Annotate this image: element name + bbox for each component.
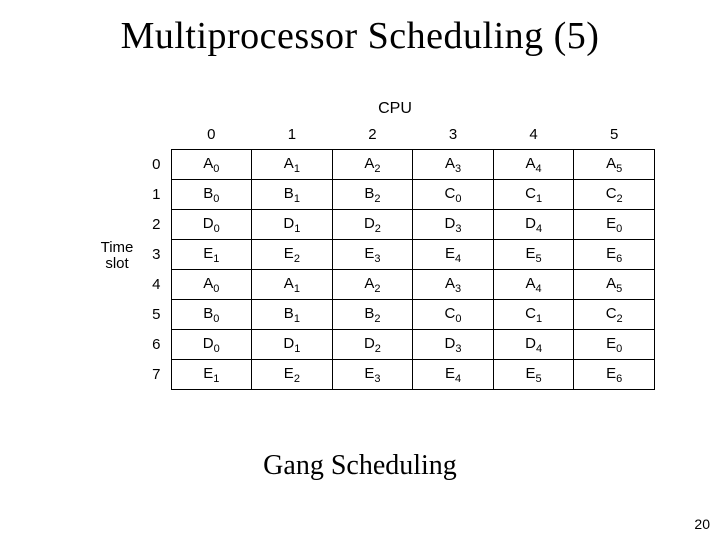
schedule-cell: C0 <box>413 180 494 210</box>
schedule-cell: A5 <box>574 150 655 180</box>
schedule-cell: B1 <box>252 300 333 330</box>
schedule-cell: E6 <box>574 360 655 390</box>
schedule-cell: D3 <box>413 210 494 240</box>
time-slot-row-header: 5 <box>145 300 171 330</box>
time-slot-row-header: 0 <box>145 150 171 180</box>
cpu-column-header: 2 <box>332 122 413 150</box>
time-slot-row-header: 7 <box>145 360 171 390</box>
gang-scheduling-figure: CPU Time slot 0123450A0A1A2A3A4A51B0B1B2… <box>95 100 655 390</box>
schedule-cell: B2 <box>332 180 413 210</box>
cpu-column-header: 5 <box>574 122 655 150</box>
page-number: 20 <box>694 516 710 532</box>
schedule-cell: E5 <box>493 240 574 270</box>
schedule-cell: D1 <box>252 330 333 360</box>
time-slot-line2: slot <box>105 255 128 272</box>
schedule-grid: 0123450A0A1A2A3A4A51B0B1B2C0C1C22D0D1D2D… <box>145 122 655 390</box>
schedule-cell: A0 <box>171 150 252 180</box>
cpu-column-header: 3 <box>413 122 494 150</box>
schedule-cell: A5 <box>574 270 655 300</box>
time-slot-line1: Time <box>101 239 134 256</box>
schedule-cell: A1 <box>252 270 333 300</box>
figure-caption: Gang Scheduling <box>0 450 720 482</box>
cpu-column-header: 4 <box>493 122 574 150</box>
schedule-cell: E5 <box>493 360 574 390</box>
schedule-cell: D4 <box>493 210 574 240</box>
schedule-cell: E4 <box>413 240 494 270</box>
schedule-cell: E0 <box>574 210 655 240</box>
schedule-cell: A3 <box>413 150 494 180</box>
time-slot-row-header: 4 <box>145 270 171 300</box>
schedule-cell: A2 <box>332 270 413 300</box>
schedule-cell: C2 <box>574 180 655 210</box>
schedule-cell: E1 <box>171 240 252 270</box>
schedule-cell: E4 <box>413 360 494 390</box>
slide-title: Multiprocessor Scheduling (5) <box>24 14 696 58</box>
schedule-cell: C2 <box>574 300 655 330</box>
schedule-cell: A0 <box>171 270 252 300</box>
time-slot-axis-label: Time slot <box>95 240 145 273</box>
table-corner <box>145 122 171 150</box>
schedule-cell: B2 <box>332 300 413 330</box>
schedule-cell: D0 <box>171 210 252 240</box>
schedule-table: 0123450A0A1A2A3A4A51B0B1B2C0C1C22D0D1D2D… <box>145 122 655 390</box>
schedule-cell: D2 <box>332 330 413 360</box>
schedule-cell: D2 <box>332 210 413 240</box>
schedule-cell: D0 <box>171 330 252 360</box>
schedule-cell: E2 <box>252 360 333 390</box>
schedule-cell: B0 <box>171 180 252 210</box>
schedule-cell: C1 <box>493 300 574 330</box>
cpu-axis-label: CPU <box>95 100 655 118</box>
cpu-column-header: 0 <box>171 122 252 150</box>
schedule-cell: D1 <box>252 210 333 240</box>
schedule-cell: A1 <box>252 150 333 180</box>
time-slot-row-header: 1 <box>145 180 171 210</box>
schedule-cell: A4 <box>493 150 574 180</box>
schedule-cell: B1 <box>252 180 333 210</box>
schedule-cell: A4 <box>493 270 574 300</box>
schedule-cell: E0 <box>574 330 655 360</box>
schedule-cell: C1 <box>493 180 574 210</box>
schedule-cell: D3 <box>413 330 494 360</box>
schedule-cell: D4 <box>493 330 574 360</box>
schedule-cell: A2 <box>332 150 413 180</box>
time-slot-row-header: 3 <box>145 240 171 270</box>
schedule-cell: E6 <box>574 240 655 270</box>
schedule-cell: E1 <box>171 360 252 390</box>
schedule-cell: C0 <box>413 300 494 330</box>
schedule-cell: E3 <box>332 360 413 390</box>
time-slot-row-header: 2 <box>145 210 171 240</box>
cpu-column-header: 1 <box>252 122 333 150</box>
schedule-cell: E2 <box>252 240 333 270</box>
schedule-cell: A3 <box>413 270 494 300</box>
schedule-cell: E3 <box>332 240 413 270</box>
schedule-cell: B0 <box>171 300 252 330</box>
time-slot-row-header: 6 <box>145 330 171 360</box>
slide: Multiprocessor Scheduling (5) CPU Time s… <box>0 0 720 540</box>
